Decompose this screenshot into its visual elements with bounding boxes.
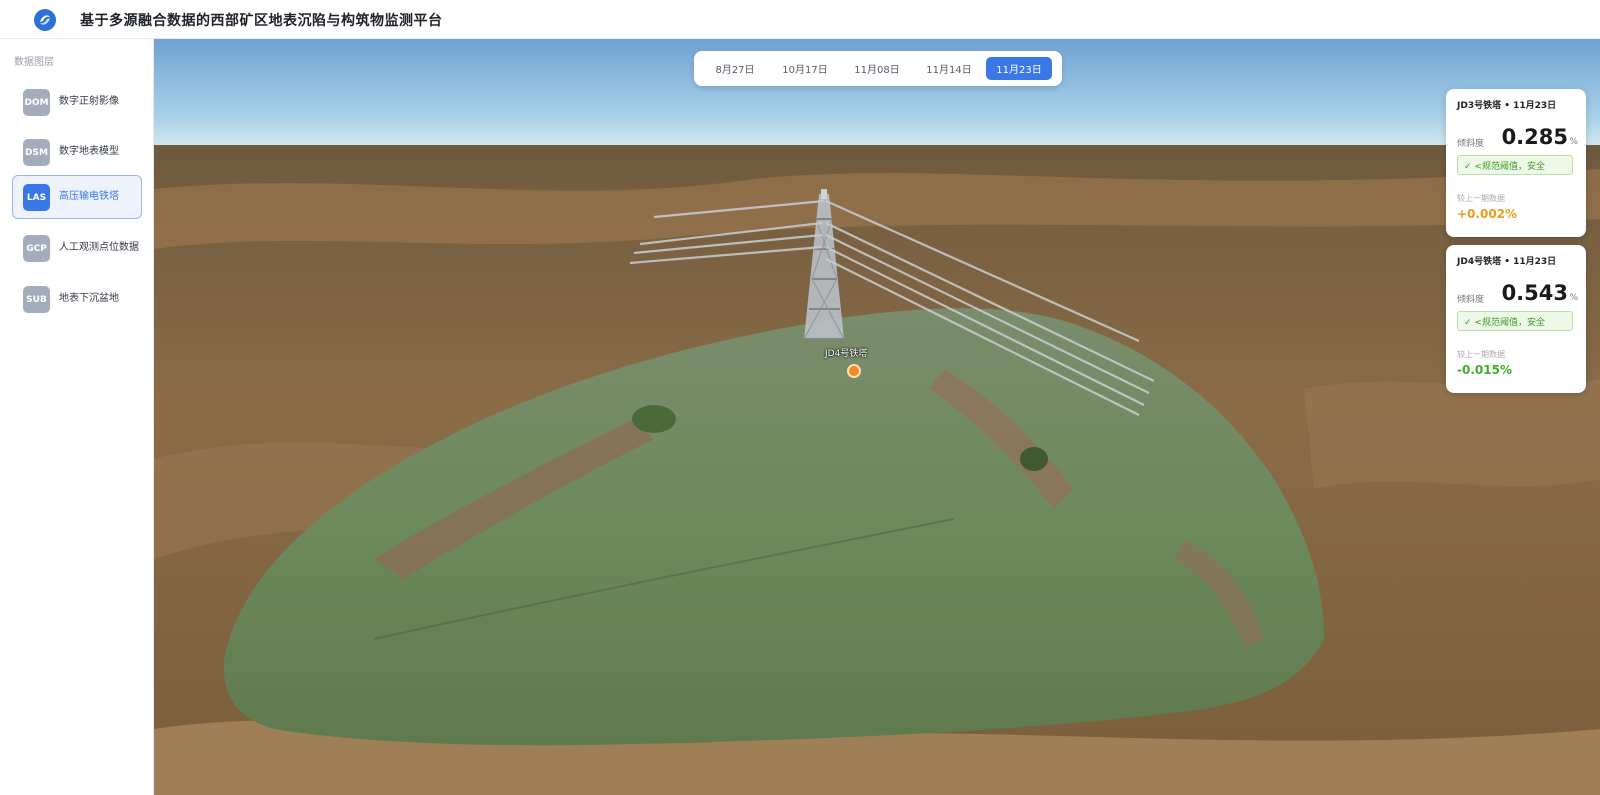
layer-sidebar: 数据图层 DOM 数字正射影像 DSM 数字地表模型 LAS 高压输电铁塔 GC… xyxy=(0,39,154,795)
card-title: JD3号铁塔 • 11月23日 xyxy=(1457,101,1557,111)
logo-icon xyxy=(34,9,56,31)
metric-label: 倾斜度 xyxy=(1457,139,1485,149)
date-tabs: 8月27日 10月17日 11月08日 11月14日 11月23日 xyxy=(694,51,1062,86)
layer-item-las[interactable]: LAS 高压输电铁塔 xyxy=(12,175,142,219)
layer-item-dsm[interactable]: DSM 数字地表模型 xyxy=(12,130,142,174)
layer-item-dom[interactable]: DOM 数字正射影像 xyxy=(12,80,142,124)
date-tab-2[interactable]: 10月17日 xyxy=(772,57,838,80)
layer-badge: SUB xyxy=(23,286,50,313)
delta-value: +0.002% xyxy=(1457,207,1518,221)
layer-badge: LAS xyxy=(23,184,50,211)
delta-value: -0.015% xyxy=(1457,363,1512,377)
layer-label: 高压输电铁塔 xyxy=(59,191,119,202)
layer-label: 数字正射影像 xyxy=(59,96,119,107)
status-badge: ✓ <规范阈值，安全 xyxy=(1457,311,1573,331)
date-tab-5[interactable]: 11月23日 xyxy=(986,57,1052,80)
app-title: 基于多源融合数据的西部矿区地表沉陷与构筑物监测平台 xyxy=(80,13,443,29)
date-tab-3[interactable]: 11月08日 xyxy=(844,57,910,80)
tower-info-card-jd4: JD4号铁塔 • 11月23日 倾斜度 0.543 % ✓ <规范阈值，安全 较… xyxy=(1446,245,1586,393)
layer-label: 数字地表模型 xyxy=(59,146,119,157)
tower-info-card-jd3: JD3号铁塔 • 11月23日 倾斜度 0.285 % ✓ <规范阈值，安全 较… xyxy=(1446,89,1586,237)
metric-value: 0.285 xyxy=(1501,125,1568,149)
status-badge: ✓ <规范阈值，安全 xyxy=(1457,155,1573,175)
tower-label: JD4号铁塔 xyxy=(825,349,868,359)
compare-label: 较上一期数据 xyxy=(1457,194,1505,203)
date-tab-4[interactable]: 11月14日 xyxy=(916,57,982,80)
layer-label: 人工观测点位数据 xyxy=(59,242,139,253)
layer-badge: DSM xyxy=(23,139,50,166)
metric-unit: % xyxy=(1569,137,1578,147)
terrain-scene xyxy=(154,39,1600,795)
layer-badge: GCP xyxy=(23,235,50,262)
compare-label: 较上一期数据 xyxy=(1457,350,1505,359)
metric-label: 倾斜度 xyxy=(1457,295,1485,305)
sidebar-heading: 数据图层 xyxy=(14,57,54,68)
layer-item-sub[interactable]: SUB 地表下沉盆地 xyxy=(12,277,142,321)
app-header: 基于多源融合数据的西部矿区地表沉陷与构筑物监测平台 xyxy=(0,0,1600,39)
layer-label: 地表下沉盆地 xyxy=(59,293,119,304)
date-tab-1[interactable]: 8月27日 xyxy=(702,57,768,80)
metric-value: 0.543 xyxy=(1501,281,1568,305)
tower-marker[interactable] xyxy=(847,364,861,378)
metric-unit: % xyxy=(1569,293,1578,303)
card-title: JD4号铁塔 • 11月23日 xyxy=(1457,257,1557,267)
layer-item-gcp[interactable]: GCP 人工观测点位数据 xyxy=(12,226,142,270)
layer-badge: DOM xyxy=(23,89,50,116)
map-3d-view[interactable] xyxy=(154,39,1600,795)
